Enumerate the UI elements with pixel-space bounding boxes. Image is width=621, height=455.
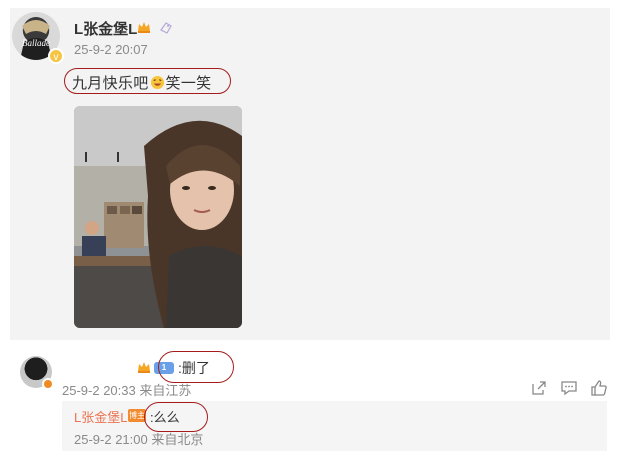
comment-text: :删了 (178, 360, 210, 376)
laughing-emoji-icon (150, 75, 164, 90)
like-icon[interactable] (590, 379, 608, 397)
comment-level-badge: 1 (154, 362, 174, 374)
comment-avatar-badge-icon (42, 378, 54, 390)
post-text: 九月快乐吧 笑一笑 (72, 72, 211, 93)
gift-tag-icon[interactable] (158, 20, 174, 36)
crown-icon[interactable] (136, 359, 152, 375)
post-username[interactable]: L张金堡L (74, 18, 137, 39)
reply-username[interactable]: L张金堡L (74, 407, 127, 426)
post-text-part-2: 笑一笑 (165, 75, 212, 92)
post-image[interactable] (74, 106, 242, 328)
avatar-logo-text: Ballade (22, 38, 50, 48)
post-time[interactable]: 25-9-2 20:07 (74, 42, 148, 57)
comment-meta: 25-9-2 20:33 来自江苏 (62, 383, 192, 398)
reply-text: :么么 (150, 410, 180, 425)
selfie-photo (74, 106, 242, 328)
comment-icon[interactable] (560, 379, 578, 397)
post-text-part-1: 九月快乐吧 (72, 75, 149, 92)
share-icon[interactable] (530, 379, 548, 397)
blogger-badge: 博主 (128, 409, 146, 422)
crown-icon[interactable] (136, 19, 152, 35)
reply-meta: 25-9-2 21:00 来自北京 (74, 432, 204, 447)
verified-icon: v (48, 48, 64, 64)
